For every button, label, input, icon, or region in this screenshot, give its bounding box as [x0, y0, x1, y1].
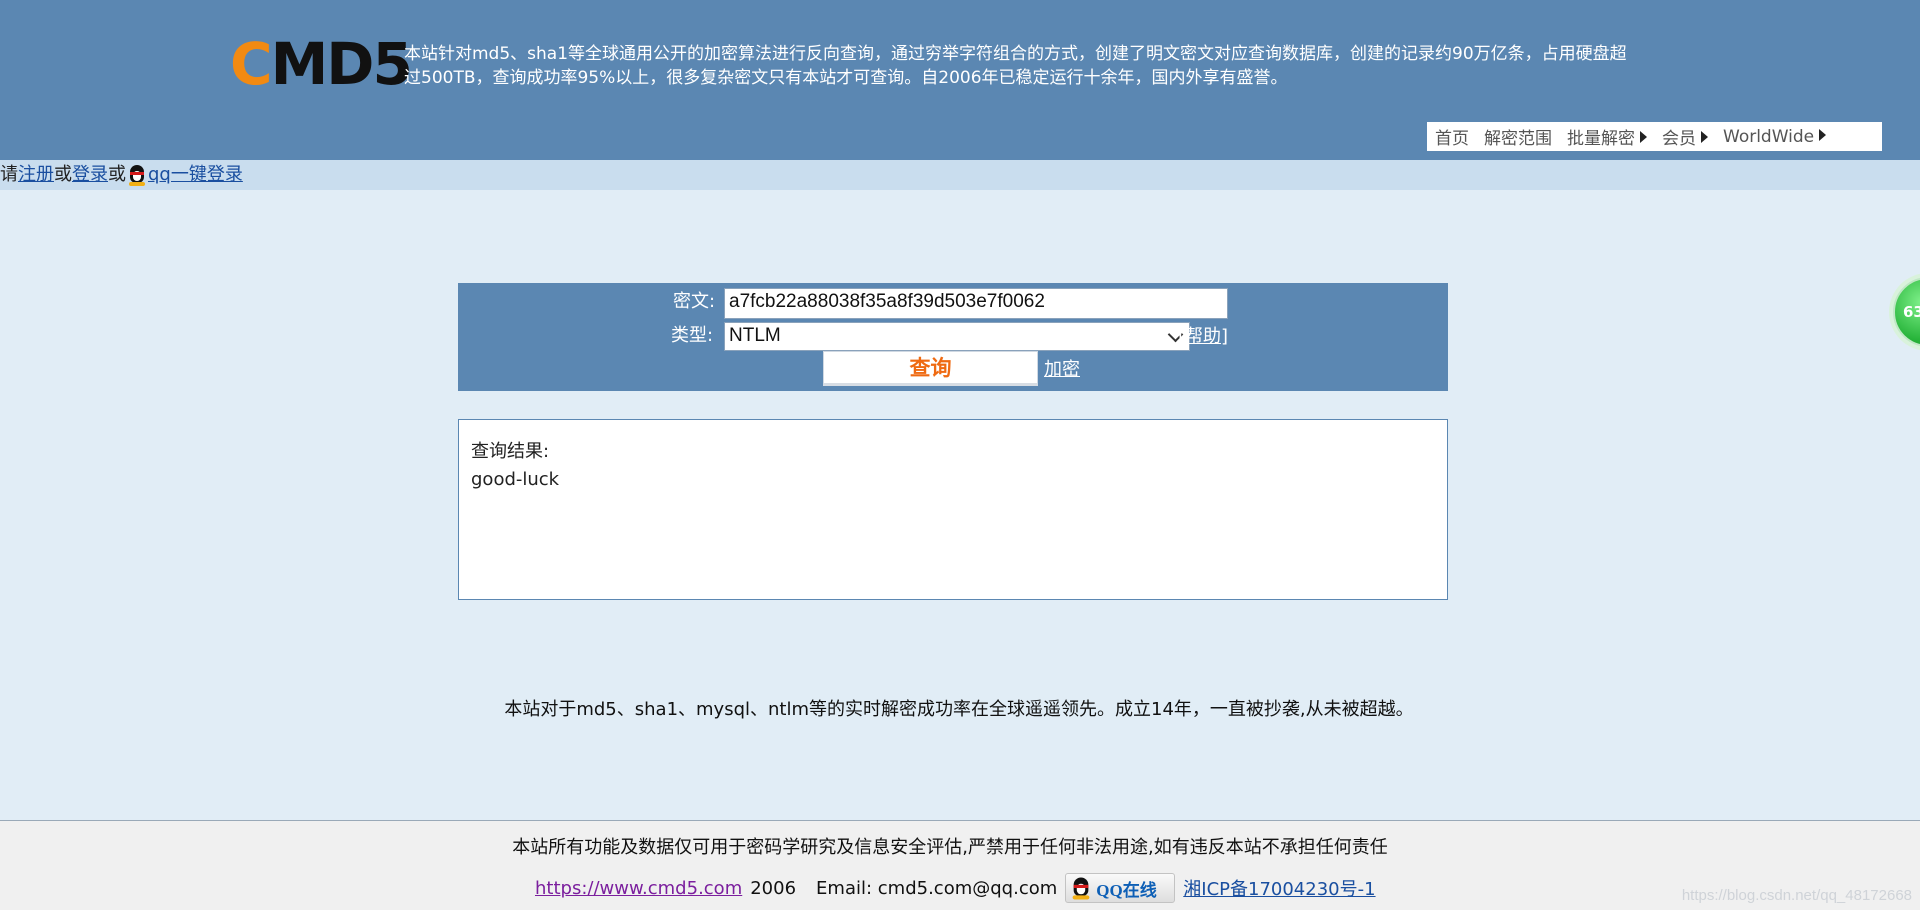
cipher-input[interactable]: a7fcb22a88038f35a8f39d503e7f0062 — [724, 288, 1228, 319]
nav-decrypt-scope[interactable]: 解密范围 — [1484, 124, 1552, 149]
caret-right-icon — [1640, 131, 1647, 143]
query-button[interactable]: 查询 — [823, 351, 1038, 386]
nav-home[interactable]: 首页 — [1435, 124, 1469, 149]
result-label: 查询结果: — [471, 441, 550, 462]
encrypt-link[interactable]: 加密 — [1044, 355, 1080, 385]
caret-right-icon — [1819, 128, 1827, 141]
cmd5-logo[interactable]: CMD5 — [230, 35, 413, 93]
site-footer: 本站所有功能及数据仅可用于密码学研究及信息安全评估,严禁用于任何非法用途,如有违… — [0, 820, 1920, 910]
site-intro: 本站针对md5、sha1等全球通用公开的加密算法进行反向查询，通过穷举字符组合的… — [404, 42, 1704, 90]
hash-type-value: NTLM — [729, 325, 781, 346]
intro-line-2: 过500TB，查询成功率95%以上，很多复杂密文只有本站才可查询。自2006年已… — [404, 68, 1288, 88]
qq-login-link[interactable]: qq一键登录 — [148, 160, 243, 190]
logo-letters: MD5 — [270, 30, 413, 98]
site-notice: 本站对于md5、sha1、mysql、ntlm等的实时解密成功率在全球遥遥领先。… — [0, 695, 1920, 721]
login-bar: 请 注册 或 登录 或 qq一键登录 — [0, 160, 1920, 190]
watermark: https://blog.csdn.net/qq_48172668 — [1681, 887, 1912, 904]
cipher-label: 密文: — [673, 291, 716, 312]
type-label: 类型: — [671, 325, 714, 346]
nav-member[interactable]: 会员 — [1662, 124, 1708, 149]
nav-worldwide-label: WorldWide — [1723, 126, 1815, 147]
footer-year: 2006 — [750, 877, 797, 899]
logo-letter-c: C — [230, 30, 273, 98]
qq-online-button[interactable]: QQ在线 — [1065, 873, 1176, 903]
floating-badge[interactable]: 63 — [1893, 277, 1920, 347]
result-value: good-luck — [471, 469, 560, 490]
login-or-2: 或 — [108, 164, 126, 185]
intro-line-1: 本站针对md5、sha1等全球通用公开的加密算法进行反向查询，通过穷举字符组合的… — [404, 44, 1627, 64]
register-link[interactable]: 注册 — [18, 160, 54, 190]
footer-email: Email: cmd5.com@qq.com — [816, 877, 1058, 899]
query-form: 密文: a7fcb22a88038f35a8f39d503e7f0062 类型:… — [458, 283, 1448, 391]
disclaimer: 本站所有功能及数据仅可用于密码学研究及信息安全评估,严禁用于任何非法用途,如有违… — [512, 837, 1388, 858]
icp-link[interactable]: 湘ICP备17004230号-1 — [1183, 875, 1375, 901]
login-or-1: 或 — [54, 164, 72, 185]
qq-penguin-icon — [127, 163, 147, 187]
caret-right-icon — [1701, 131, 1708, 143]
nav-worldwide[interactable]: WorldWide — [1723, 126, 1827, 147]
nav-member-label: 会员 — [1662, 129, 1696, 149]
result-panel: 查询结果: good-luck — [458, 419, 1448, 600]
nav-batch-label: 批量解密 — [1567, 129, 1635, 149]
help-link[interactable]: [帮助] — [1178, 322, 1228, 352]
login-prefix: 请 — [0, 164, 18, 185]
site-url-link[interactable]: https://www.cmd5.com — [535, 878, 742, 899]
footer-links: https://www.cmd5.com 2006 Email: cmd5.co… — [535, 872, 1376, 904]
hash-type-select[interactable]: NTLM — [724, 322, 1190, 351]
site-header: CMD5 本站针对md5、sha1等全球通用公开的加密算法进行反向查询，通过穷举… — [0, 0, 1920, 160]
top-nav: 首页 解密范围 批量解密 会员 WorldWide — [1427, 122, 1882, 151]
nav-batch-decrypt[interactable]: 批量解密 — [1567, 124, 1647, 149]
notice-text: 本站对于md5、sha1、mysql、ntlm等的实时解密成功率在全球遥遥领先。… — [504, 699, 1414, 720]
login-link[interactable]: 登录 — [72, 160, 108, 190]
qq-online-label: QQ在线 — [1096, 880, 1157, 900]
qq-penguin-icon — [1071, 875, 1092, 900]
